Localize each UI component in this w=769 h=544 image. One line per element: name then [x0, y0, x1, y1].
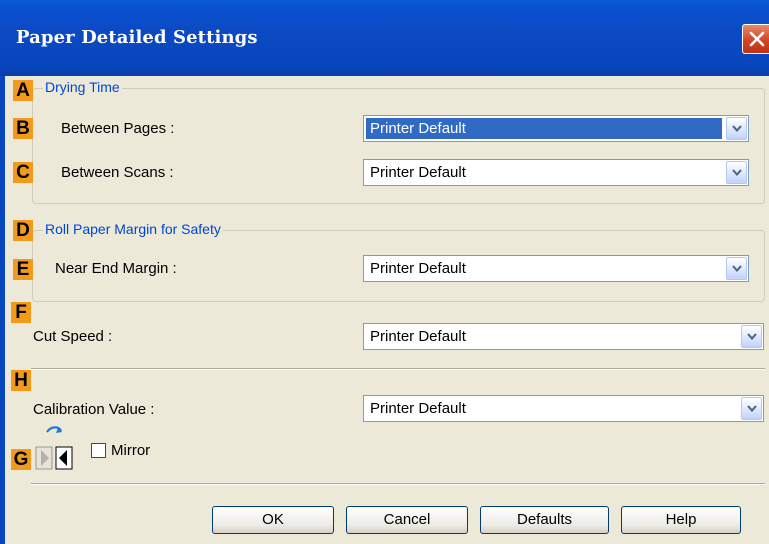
dropdown-button[interactable] — [726, 257, 747, 280]
cancel-button[interactable]: Cancel — [346, 506, 468, 534]
dropdown-button[interactable] — [741, 397, 762, 420]
drying-time-group — [32, 88, 765, 204]
cut-speed-value: Printer Default — [370, 328, 466, 345]
chevron-down-icon — [732, 169, 742, 177]
chevron-down-icon — [747, 333, 757, 341]
dropdown-button[interactable] — [726, 117, 747, 140]
chevron-down-icon — [732, 125, 742, 133]
chevron-down-icon — [732, 265, 742, 273]
calibration-value-label: Calibration Value : — [33, 401, 155, 418]
marker-f: F — [11, 302, 31, 323]
calibration-value-value: Printer Default — [370, 400, 466, 417]
between-pages-label: Between Pages : — [61, 120, 175, 137]
close-button[interactable] — [742, 24, 769, 54]
cut-speed-select[interactable]: Printer Default — [363, 323, 764, 350]
marker-d: D — [13, 220, 33, 241]
chevron-down-icon — [747, 405, 757, 413]
near-end-margin-label: Near End Margin : — [55, 260, 177, 277]
mirror-icon — [35, 426, 73, 470]
marker-e: E — [13, 259, 33, 280]
title-bar: Paper Detailed Settings — [0, 0, 769, 76]
between-scans-value: Printer Default — [370, 164, 466, 181]
marker-h: H — [11, 370, 31, 391]
help-button[interactable]: Help — [621, 506, 741, 534]
drying-time-title: Drying Time — [43, 79, 122, 95]
marker-a: A — [13, 80, 33, 101]
between-scans-label: Between Scans : — [61, 164, 174, 181]
marker-b: B — [13, 118, 33, 139]
roll-paper-title: Roll Paper Margin for Safety — [43, 221, 223, 237]
between-pages-value: Printer Default — [366, 118, 722, 139]
between-scans-select[interactable]: Printer Default — [363, 159, 749, 186]
ok-button[interactable]: OK — [212, 506, 334, 534]
cut-speed-label: Cut Speed : — [33, 328, 113, 345]
between-pages-select[interactable]: Printer Default — [363, 115, 749, 142]
near-end-margin-select[interactable]: Printer Default — [363, 255, 749, 282]
dropdown-button[interactable] — [726, 161, 747, 184]
calibration-value-select[interactable]: Printer Default — [363, 395, 764, 422]
dialog-body: A Drying Time B Between Pages : Printer … — [5, 76, 769, 544]
mirror-label: Mirror — [111, 442, 151, 459]
marker-c: C — [13, 162, 33, 183]
mirror-checkbox[interactable] — [91, 443, 106, 458]
dropdown-button[interactable] — [741, 325, 762, 348]
marker-g: G — [11, 449, 31, 470]
window-title: Paper Detailed Settings — [16, 27, 258, 48]
separator — [31, 483, 765, 485]
defaults-button[interactable]: Defaults — [480, 506, 609, 534]
near-end-margin-value: Printer Default — [370, 260, 466, 277]
close-icon — [749, 31, 765, 47]
separator — [31, 368, 765, 370]
